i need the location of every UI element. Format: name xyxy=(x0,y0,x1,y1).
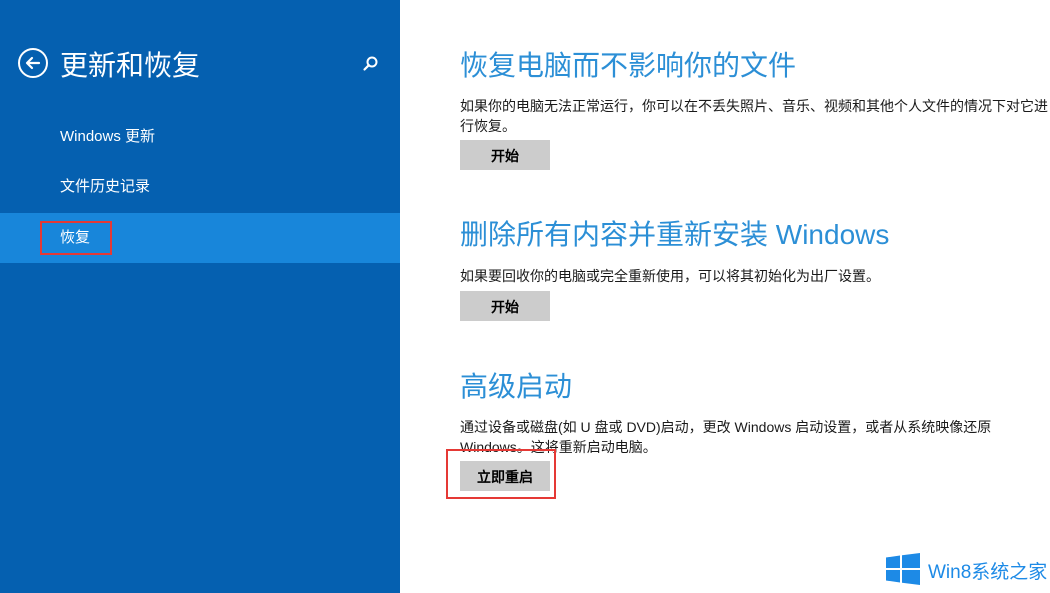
sidebar-item-file-history[interactable]: 文件历史记录 xyxy=(0,162,400,212)
sidebar-item-label: 文件历史记录 xyxy=(60,178,151,195)
highlight-box-recovery xyxy=(40,221,112,255)
refresh-start-button[interactable]: 开始 xyxy=(460,140,550,170)
search-icon[interactable] xyxy=(362,55,380,73)
sidebar-item-label: Windows 更新 xyxy=(60,128,156,145)
back-button[interactable] xyxy=(18,48,48,78)
reset-start-button[interactable]: 开始 xyxy=(460,291,550,321)
section-title-refresh: 恢复电脑而不影响你的文件 xyxy=(460,50,797,81)
main-content: 恢复电脑而不影响你的文件 如果你的电脑无法正常运行，你可以在不丢失照片、音乐、视… xyxy=(400,0,1050,593)
section-title-advanced-startup: 高级启动 xyxy=(460,371,573,402)
watermark: Win8系统之家 xyxy=(886,551,1050,587)
watermark-text: Win8系统之家 xyxy=(928,562,1048,583)
sidebar: 更新和恢复 Windows 更新 文件历史记录 恢复 xyxy=(0,0,400,593)
section-description-reset: 如果要回收你的电脑或完全重新使用，可以将其初始化为出厂设置。 xyxy=(460,268,880,284)
windows-logo-icon xyxy=(886,553,920,585)
page-title: 更新和恢复 xyxy=(60,50,201,81)
section-description-refresh: 如果你的电脑无法正常运行，你可以在不丢失照片、音乐、视频和其他个人文件的情况下对… xyxy=(460,98,1048,134)
section-title-reset: 删除所有内容并重新安装 Windows xyxy=(460,219,890,250)
highlight-box-restart xyxy=(446,449,556,499)
sidebar-item-windows-update[interactable]: Windows 更新 xyxy=(0,112,400,162)
back-arrow-icon xyxy=(25,56,41,70)
